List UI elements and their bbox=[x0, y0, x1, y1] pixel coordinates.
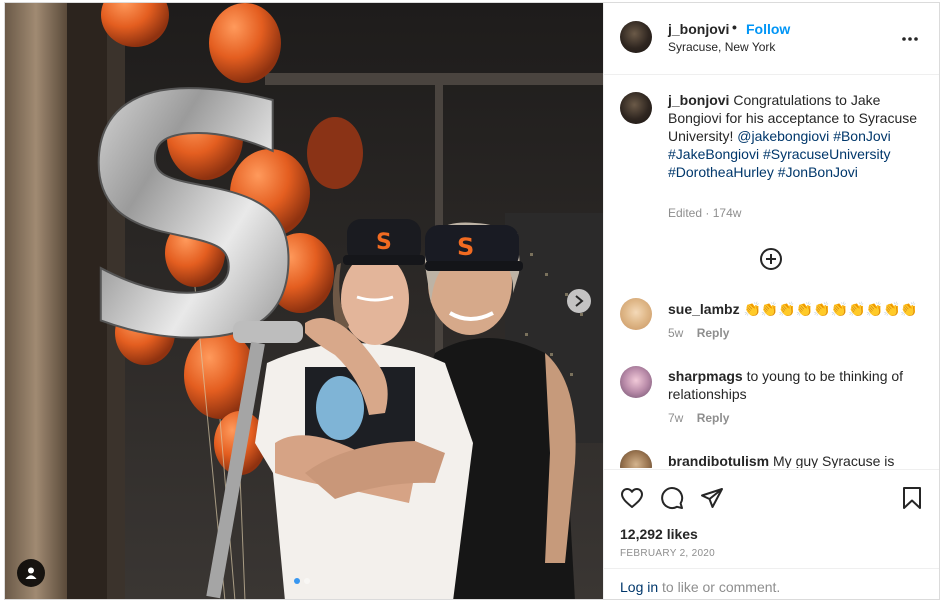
tagged-users-button[interactable] bbox=[17, 559, 45, 587]
commenter-avatar[interactable] bbox=[620, 298, 652, 330]
login-link[interactable]: Log in bbox=[620, 579, 658, 595]
comment-username[interactable]: sue_lambz bbox=[668, 301, 740, 317]
comment-item: sharpmags to young to be thinking of rel… bbox=[604, 366, 939, 442]
carousel-dot-active bbox=[294, 578, 300, 584]
hashtag-link[interactable]: #DorotheaHurley bbox=[668, 164, 774, 180]
post-photo[interactable]: S S S bbox=[5, 3, 603, 599]
reply-button[interactable]: Reply bbox=[697, 326, 730, 340]
more-options-icon[interactable] bbox=[900, 29, 920, 49]
hashtag-link[interactable]: #JakeBongiovi bbox=[668, 146, 759, 162]
next-photo-button[interactable] bbox=[567, 289, 591, 313]
share-icon[interactable] bbox=[700, 486, 724, 510]
comment-item: sue_lambz 👏👏👏👏👏👏👏👏👏👏 5w Reply bbox=[604, 298, 939, 358]
hashtag-link[interactable]: #BonJovi bbox=[833, 128, 891, 144]
comment-username[interactable]: sharpmags bbox=[668, 368, 743, 384]
caption-separator: · bbox=[705, 206, 710, 220]
caption-avatar[interactable] bbox=[620, 92, 652, 124]
comment-meta: 7w Reply bbox=[668, 411, 729, 425]
post-side-panel: j_bonjovi • Follow Syracuse, New York j_… bbox=[603, 3, 939, 599]
hashtag-link[interactable]: #SyracuseUniversity bbox=[763, 146, 891, 162]
header-bullet: • bbox=[732, 19, 737, 35]
comment-text: My guy Syracuse is bbox=[773, 453, 895, 468]
comment-username[interactable]: brandibotulism bbox=[668, 453, 769, 468]
post-caption: j_bonjovi Congratulations to Jake Bongio… bbox=[668, 91, 918, 181]
cap-logo-right: S bbox=[457, 233, 474, 261]
likes-count[interactable]: 12,292 likes bbox=[620, 526, 698, 542]
carousel-indicator bbox=[294, 578, 310, 584]
caption-mention[interactable]: @jakebongiovi bbox=[737, 128, 829, 144]
caption-meta: Edited · 174w bbox=[668, 206, 741, 220]
comment-age[interactable]: 5w bbox=[668, 326, 683, 340]
reply-button[interactable]: Reply bbox=[697, 411, 730, 425]
comment-age[interactable]: 7w bbox=[668, 411, 683, 425]
post-actions: 12,292 likes FEBRUARY 2, 2020 Log in to … bbox=[604, 469, 939, 599]
comments-section[interactable]: j_bonjovi Congratulations to Jake Bongio… bbox=[604, 76, 939, 468]
author-username[interactable]: j_bonjovi bbox=[668, 21, 729, 37]
hashtag-link[interactable]: #JonBonJovi bbox=[778, 164, 858, 180]
cap-logo-left: S bbox=[376, 230, 392, 255]
user-tag-icon bbox=[25, 567, 37, 579]
commenter-avatar[interactable] bbox=[620, 366, 652, 398]
follow-button[interactable]: Follow bbox=[746, 21, 790, 37]
caption-age[interactable]: 174w bbox=[713, 206, 742, 220]
heart-icon[interactable] bbox=[620, 486, 644, 510]
instagram-post: S S S j_bonjovi • Follow Syracuse, New Y… bbox=[4, 2, 940, 600]
login-suffix: to like or comment. bbox=[658, 579, 781, 595]
silver-s-balloon: S bbox=[75, 27, 313, 411]
carousel-dot bbox=[304, 578, 310, 584]
login-prompt: Log in to like or comment. bbox=[604, 568, 939, 599]
commenter-avatar[interactable] bbox=[620, 450, 652, 468]
author-avatar[interactable] bbox=[620, 21, 652, 53]
chevron-right-icon bbox=[575, 295, 584, 307]
bookmark-icon[interactable] bbox=[900, 486, 924, 510]
post-location[interactable]: Syracuse, New York bbox=[668, 40, 775, 54]
post-header: j_bonjovi • Follow Syracuse, New York bbox=[604, 3, 939, 75]
caption-edited: Edited bbox=[668, 206, 703, 220]
post-date[interactable]: FEBRUARY 2, 2020 bbox=[620, 548, 715, 559]
comment-body: sharpmags to young to be thinking of rel… bbox=[668, 367, 920, 403]
comment-body: brandibotulism My guy Syracuse is bbox=[668, 452, 920, 468]
caption-username[interactable]: j_bonjovi bbox=[668, 92, 729, 108]
comment-item: brandibotulism My guy Syracuse is bbox=[604, 450, 939, 468]
comment-text: 👏👏👏👏👏👏👏👏👏👏 bbox=[743, 301, 918, 317]
comment-body: sue_lambz 👏👏👏👏👏👏👏👏👏👏 bbox=[668, 300, 920, 318]
comment-meta: 5w Reply bbox=[668, 326, 729, 340]
comment-icon[interactable] bbox=[660, 486, 684, 510]
plus-circle-icon[interactable] bbox=[759, 247, 783, 271]
photo-scene: S S S bbox=[5, 3, 603, 599]
